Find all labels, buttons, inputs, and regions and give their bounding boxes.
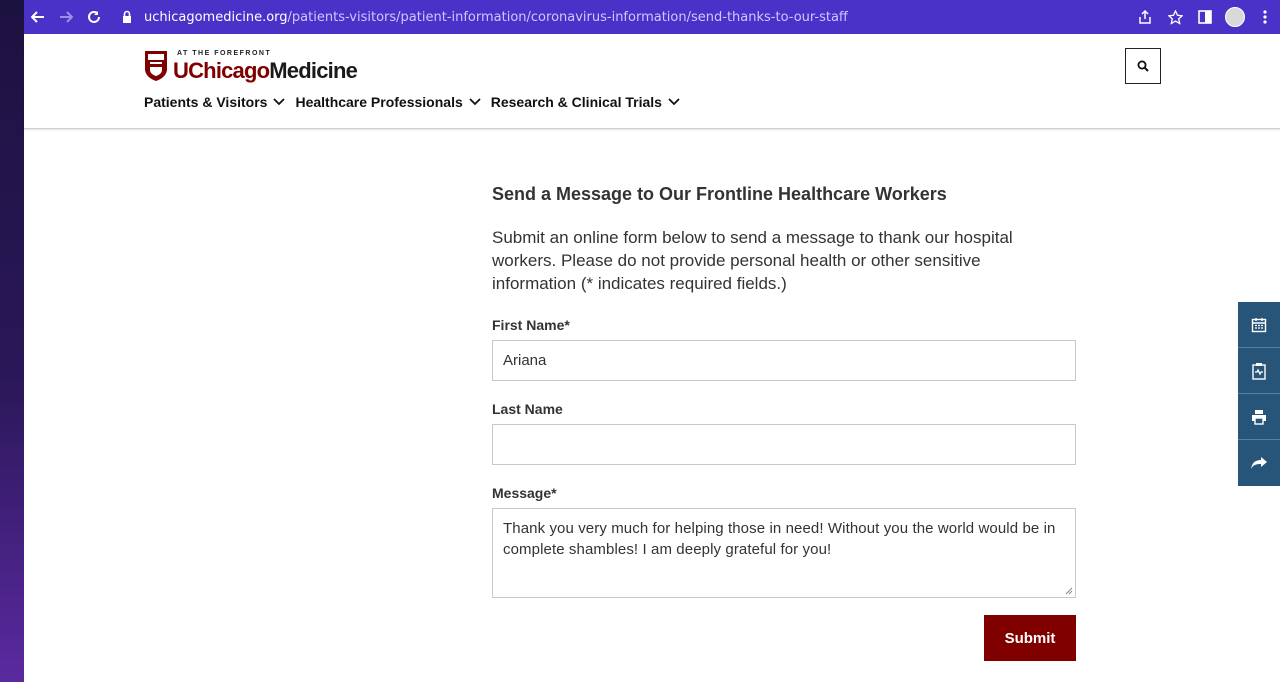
desktop-background	[0, 0, 24, 682]
logo-medicine: Medicine	[269, 58, 358, 83]
url-host: uchicagomedicine.org	[144, 9, 288, 25]
share-page-icon[interactable]	[1130, 3, 1160, 31]
calendar-icon[interactable]	[1238, 302, 1280, 348]
last-name-label: Last Name	[492, 401, 563, 417]
first-name-label: First Name*	[492, 317, 570, 333]
message-textarea[interactable]: Thank you very much for helping those in…	[492, 508, 1076, 598]
chevron-down-icon	[469, 98, 481, 106]
page: AT THE FOREFRONT UChicagoMedicine Patien…	[24, 34, 1280, 682]
forward-icon[interactable]	[52, 3, 80, 31]
floating-toolbar	[1238, 302, 1280, 486]
nav-healthcare-professionals[interactable]: Healthcare Professionals	[295, 94, 481, 110]
clipboard-health-icon[interactable]	[1238, 348, 1280, 394]
logo-tagline: AT THE FOREFRONT	[177, 50, 272, 57]
back-icon[interactable]	[24, 3, 52, 31]
nav-patients-visitors[interactable]: Patients & Visitors	[144, 94, 286, 110]
bookmark-star-icon[interactable]	[1160, 3, 1190, 31]
search-icon	[1137, 60, 1149, 72]
site-logo[interactable]: AT THE FOREFRONT UChicagoMedicine	[144, 48, 358, 83]
shield-icon	[145, 51, 167, 81]
first-name-field[interactable]: Ariana	[492, 340, 1076, 381]
menu-kebab-icon[interactable]	[1250, 3, 1280, 31]
address-bar[interactable]: uchicagomedicine.org/patients-visitors/p…	[120, 4, 1224, 30]
resize-handle-icon[interactable]	[1065, 587, 1073, 595]
site-search-button[interactable]	[1125, 48, 1161, 84]
message-label: Message*	[492, 485, 557, 501]
print-icon[interactable]	[1238, 394, 1280, 440]
nav-label: Healthcare Professionals	[295, 94, 463, 110]
profile-avatar[interactable]	[1220, 3, 1250, 31]
chevron-down-icon	[273, 98, 286, 106]
message-text: Thank you very much for helping those in…	[503, 520, 1056, 558]
share-icon[interactable]	[1238, 440, 1280, 486]
browser-toolbar: uchicagomedicine.org/patients-visitors/p…	[24, 0, 1280, 34]
last-name-field[interactable]	[492, 424, 1076, 465]
reload-icon[interactable]	[80, 3, 108, 31]
nav-label: Patients & Visitors	[144, 94, 268, 110]
side-panel-icon[interactable]	[1190, 3, 1220, 31]
url-path: /patients-visitors/patient-information/c…	[287, 9, 848, 25]
submit-button[interactable]: Submit	[984, 615, 1076, 661]
logo-uchicago: UChicago	[173, 58, 270, 83]
lock-icon	[123, 10, 131, 23]
